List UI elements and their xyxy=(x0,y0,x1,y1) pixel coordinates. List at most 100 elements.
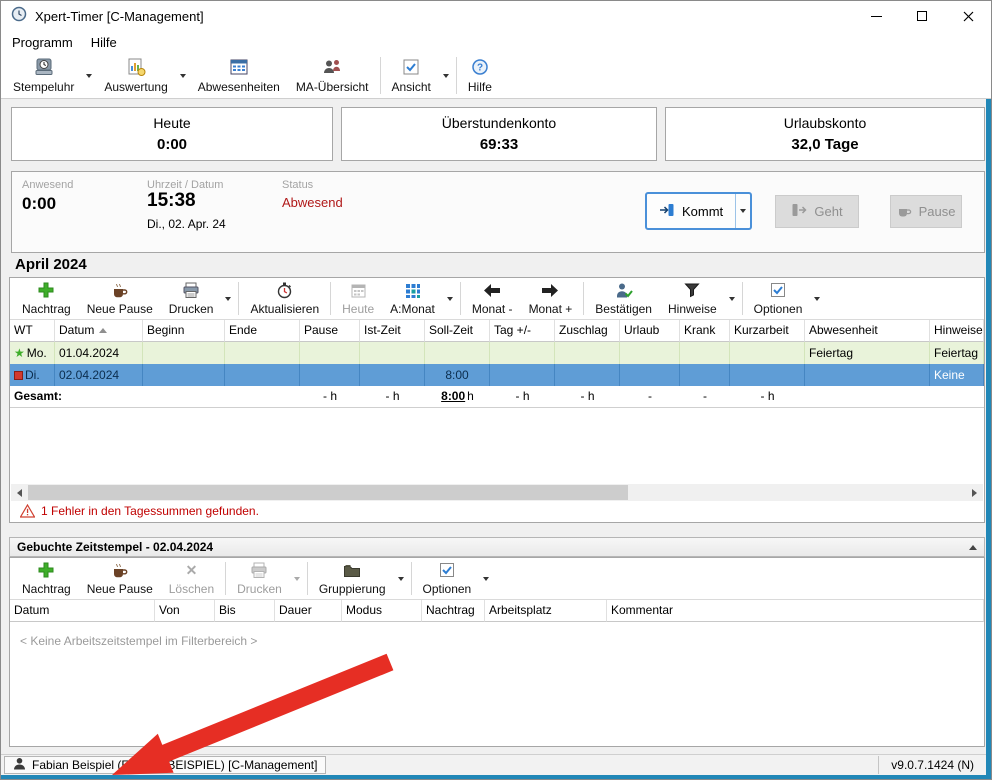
gruppierung-dropdown[interactable] xyxy=(394,558,408,599)
summary-heute-title: Heute xyxy=(12,115,332,131)
day-row-monday[interactable]: ★Mo. 01.04.2024 Feiertag Feiertag xyxy=(10,342,984,364)
column-header-arbeitsplatz[interactable]: Arbeitsplatz xyxy=(485,600,607,622)
table-cell xyxy=(730,342,805,364)
stamps-section-header[interactable]: Gebuchte Zeitstempel - 02.04.2024 xyxy=(9,537,985,557)
maximize-button[interactable] xyxy=(899,1,945,31)
ansicht-button[interactable]: Ansicht xyxy=(384,53,439,98)
column-header-bis[interactable]: Bis xyxy=(215,600,275,622)
neue-pause-button[interactable]: Neue Pause xyxy=(79,278,161,319)
optionen-dropdown[interactable] xyxy=(810,278,824,319)
month-table: WT Datum Beginn Ende Pause Ist-Zeit Soll… xyxy=(10,320,984,408)
column-header-wt[interactable]: WT xyxy=(10,320,55,342)
ma-uebersicht-button[interactable]: MA-Übersicht xyxy=(288,53,377,98)
table-cell xyxy=(225,386,300,407)
column-header-soll-zeit[interactable]: Soll-Zeit xyxy=(425,320,490,342)
menu-programm[interactable]: Programm xyxy=(5,33,80,52)
person-icon xyxy=(13,757,26,773)
toolbar-separator xyxy=(307,562,308,595)
stamps-optionen-button[interactable]: Optionen xyxy=(415,558,480,599)
filter-funnel-icon xyxy=(684,281,700,299)
coffee-cup-icon xyxy=(111,561,128,579)
column-header-ist-zeit[interactable]: Ist-Zeit xyxy=(360,320,425,342)
stamps-optionen-dropdown[interactable] xyxy=(479,558,493,599)
scroll-left-button[interactable] xyxy=(11,484,28,501)
column-header-modus[interactable]: Modus xyxy=(342,600,422,622)
abwesenheiten-button[interactable]: Abwesenheiten xyxy=(190,53,288,98)
column-header-datum[interactable]: Datum xyxy=(10,600,155,622)
chevron-down-icon xyxy=(180,74,186,78)
optionen-button[interactable]: Optionen xyxy=(746,278,811,319)
day-row-tuesday-selected[interactable]: Di. 02.04.2024 8:00 Keine xyxy=(10,364,984,386)
scroll-right-button[interactable] xyxy=(966,484,983,501)
column-header-von[interactable]: Von xyxy=(155,600,215,622)
heute-button[interactable]: Heute xyxy=(334,278,382,319)
chevron-down-icon xyxy=(483,577,489,581)
warning-triangle-icon xyxy=(20,504,35,518)
column-header-hinweise[interactable]: Hinweise xyxy=(930,320,984,342)
hinweise-button[interactable]: Hinweise xyxy=(660,278,725,319)
column-header-datum[interactable]: Datum xyxy=(55,320,143,342)
column-header-tag[interactable]: Tag +/- xyxy=(490,320,555,342)
nachtrag-button[interactable]: Nachtrag xyxy=(14,278,79,319)
gesamt-urlaub: - xyxy=(620,386,680,407)
hinweise-dropdown[interactable] xyxy=(725,278,739,319)
column-header-urlaub[interactable]: Urlaub xyxy=(620,320,680,342)
loeschen-button[interactable]: ✕ Löschen xyxy=(161,558,222,599)
column-header-kurzarbeit[interactable]: Kurzarbeit xyxy=(730,320,805,342)
kommt-dropdown[interactable] xyxy=(735,194,750,228)
monat-minus-button[interactable]: Monat - xyxy=(464,278,521,319)
collapse-up-icon[interactable] xyxy=(969,545,977,550)
amonat-button[interactable]: A:Monat xyxy=(382,278,443,319)
hilfe-button[interactable]: ? Hilfe xyxy=(460,53,500,98)
gruppierung-button[interactable]: Gruppierung xyxy=(311,558,394,599)
column-header-beginn[interactable]: Beginn xyxy=(143,320,225,342)
column-header-abwesenheit[interactable]: Abwesenheit xyxy=(805,320,930,342)
month-panel: Nachtrag Neue Pause Drucken Aktualisiere… xyxy=(9,277,985,523)
menu-hilfe[interactable]: Hilfe xyxy=(84,33,124,52)
amonat-dropdown[interactable] xyxy=(443,278,457,319)
column-header-krank[interactable]: Krank xyxy=(680,320,730,342)
auswertung-button[interactable]: Auswertung xyxy=(96,53,175,98)
table-cell: Feiertag xyxy=(930,342,984,364)
pause-button[interactable]: Pause xyxy=(890,195,962,228)
stamps-neue-pause-button[interactable]: Neue Pause xyxy=(79,558,161,599)
delete-x-icon: ✕ xyxy=(186,561,198,579)
time-value: 15:38 xyxy=(147,190,196,212)
minimize-button[interactable] xyxy=(853,1,899,31)
stamps-nachtrag-button[interactable]: Nachtrag xyxy=(14,558,79,599)
drucken-button[interactable]: Drucken xyxy=(161,278,222,319)
chevron-down-icon xyxy=(814,297,820,301)
table-cell: 01.04.2024 xyxy=(55,342,143,364)
close-button[interactable] xyxy=(945,1,991,31)
column-header-zuschlag[interactable]: Zuschlag xyxy=(555,320,620,342)
drucken-dropdown[interactable] xyxy=(221,278,235,319)
scrollbar-thumb[interactable] xyxy=(28,485,628,500)
table-cell xyxy=(225,364,300,386)
gesamt-zuschlag: - h xyxy=(555,386,620,407)
geht-button[interactable]: Geht xyxy=(775,195,859,228)
stamps-drucken-dropdown[interactable] xyxy=(290,558,304,599)
table-cell xyxy=(143,342,225,364)
bestaetigen-button[interactable]: Bestätigen xyxy=(587,278,660,319)
stamps-drucken-button[interactable]: Drucken xyxy=(229,558,290,599)
column-header-ende[interactable]: Ende xyxy=(225,320,300,342)
printer-icon xyxy=(182,281,200,299)
month-heading: April 2024 xyxy=(15,256,87,273)
month-toolbar: Nachtrag Neue Pause Drucken Aktualisiere… xyxy=(10,278,984,320)
table-cell: 8:00 xyxy=(425,364,490,386)
column-header-nachtrag[interactable]: Nachtrag xyxy=(422,600,485,622)
ansicht-dropdown[interactable] xyxy=(439,53,453,98)
stempeluhr-dropdown[interactable] xyxy=(82,53,96,98)
column-header-pause[interactable]: Pause xyxy=(300,320,360,342)
column-header-dauer[interactable]: Dauer xyxy=(275,600,342,622)
auswertung-dropdown[interactable] xyxy=(176,53,190,98)
month-grid-icon xyxy=(404,281,421,299)
aktualisieren-button[interactable]: Aktualisieren xyxy=(242,278,327,319)
monat-plus-button[interactable]: Monat + xyxy=(521,278,581,319)
maximize-icon xyxy=(917,11,927,21)
horizontal-scrollbar[interactable] xyxy=(11,484,983,501)
kommt-button[interactable]: Kommt xyxy=(647,194,735,228)
column-header-kommentar[interactable]: Kommentar xyxy=(607,600,984,622)
stempeluhr-button[interactable]: Stempeluhr xyxy=(5,53,82,98)
ma-uebersicht-people-icon xyxy=(322,57,342,77)
